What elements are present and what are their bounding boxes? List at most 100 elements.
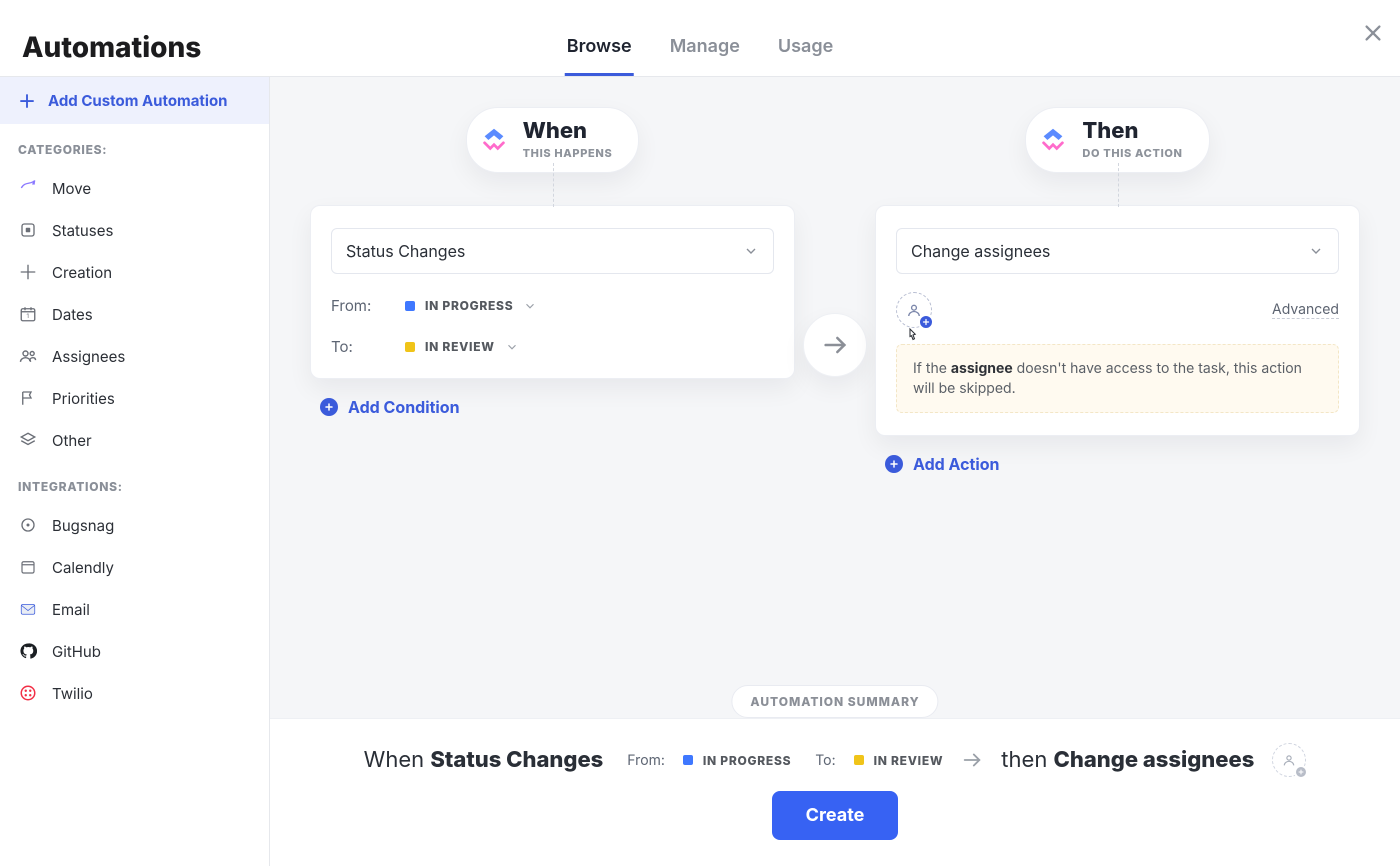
integrations-list: Bugsnag Calendly Email	[0, 504, 269, 714]
header: Automations Browse Manage Usage	[0, 0, 1400, 77]
sidebar-item-priorities[interactable]: Priorities	[0, 377, 269, 419]
sidebar-item-email[interactable]: Email	[0, 588, 269, 630]
status-color-icon	[683, 755, 693, 765]
sidebar-item-assignees[interactable]: Assignees	[0, 335, 269, 377]
sidebar-item-label: Move	[52, 179, 91, 198]
chevron-down-icon	[523, 299, 537, 313]
sidebar: Add Custom Automation CATEGORIES: Move S…	[0, 77, 270, 866]
flag-icon	[18, 388, 38, 408]
summary-assignee-icon[interactable]	[1272, 743, 1306, 777]
sidebar-item-label: Email	[52, 600, 90, 619]
summary-when: When Status Changes	[364, 747, 604, 773]
tab-browse[interactable]: Browse	[565, 24, 634, 76]
assignee-zone: Advanced	[896, 292, 1339, 328]
tabs: Browse Manage Usage	[565, 24, 836, 76]
integrations-heading: INTEGRATIONS:	[0, 461, 269, 504]
sidebar-item-label: GitHub	[52, 642, 101, 661]
sidebar-item-label: Bugsnag	[52, 516, 114, 535]
to-status-text: IN REVIEW	[425, 339, 495, 354]
flow-arrow-icon	[803, 313, 867, 377]
share-arrow-icon	[18, 178, 38, 198]
main: When THIS HAPPENS Status Changes	[270, 77, 1400, 866]
sidebar-item-dates[interactable]: 1 Dates	[0, 293, 269, 335]
app-root: Automations Browse Manage Usage Add Cust…	[0, 0, 1400, 866]
add-custom-automation[interactable]: Add Custom Automation	[0, 77, 269, 124]
add-action-button[interactable]: Add Action	[885, 454, 1000, 474]
clickup-logo-icon	[1038, 125, 1068, 155]
chevron-down-icon	[1308, 243, 1324, 259]
when-column: When THIS HAPPENS Status Changes	[310, 107, 795, 417]
bugsnag-icon	[18, 515, 38, 535]
summary-to-status: IN REVIEW	[874, 753, 944, 768]
chevron-down-icon	[505, 340, 519, 354]
sidebar-item-label: Calendly	[52, 558, 114, 577]
categories-heading: CATEGORIES:	[0, 124, 269, 167]
categories-list: Move Statuses Creation 1	[0, 167, 269, 461]
sidebar-item-label: Other	[52, 431, 92, 450]
note-pre: If the	[913, 360, 951, 377]
summary-from-chip: IN PROGRESS	[683, 753, 791, 768]
summary-bar: When Status Changes From: IN PROGRESS To…	[270, 718, 1400, 791]
connector-line	[1118, 163, 1119, 207]
status-color-icon	[405, 301, 415, 311]
sidebar-item-other[interactable]: Other	[0, 419, 269, 461]
tab-usage[interactable]: Usage	[776, 24, 835, 76]
cta-row: Create	[270, 791, 1400, 866]
connector-line	[553, 163, 554, 207]
summary-to-chip: IN REVIEW	[854, 753, 944, 768]
plus-cross-icon	[18, 262, 38, 282]
add-condition-button[interactable]: Add Condition	[320, 397, 460, 417]
square-dot-icon	[18, 220, 38, 240]
sidebar-item-label: Statuses	[52, 221, 113, 240]
calendar-icon: 1	[18, 304, 38, 324]
sidebar-item-twilio[interactable]: Twilio	[0, 672, 269, 714]
action-select[interactable]: Change assignees	[896, 228, 1339, 274]
tab-manage[interactable]: Manage	[668, 24, 742, 76]
add-condition-label: Add Condition	[348, 397, 460, 417]
sidebar-item-bugsnag[interactable]: Bugsnag	[0, 504, 269, 546]
sidebar-item-label: Dates	[52, 305, 93, 324]
plus-badge-icon	[1294, 765, 1308, 779]
page-title: Automations	[22, 30, 201, 64]
plus-circle-icon	[320, 398, 338, 416]
github-icon	[18, 641, 38, 661]
close-icon[interactable]	[1362, 22, 1384, 44]
summary-pill: AUTOMATION SUMMARY	[731, 685, 938, 718]
sidebar-item-creation[interactable]: Creation	[0, 251, 269, 293]
sidebar-item-statuses[interactable]: Statuses	[0, 209, 269, 251]
summary-then-word: then	[1001, 747, 1053, 773]
add-assignee-button[interactable]	[896, 292, 932, 328]
status-color-icon	[854, 755, 864, 765]
summary-then: then Change assignees	[1001, 747, 1254, 773]
advanced-link[interactable]: Advanced	[1272, 301, 1339, 319]
email-icon	[18, 599, 38, 619]
arrow-right-icon	[961, 749, 983, 771]
cursor-pointer-icon	[904, 326, 922, 344]
create-button[interactable]: Create	[772, 791, 899, 840]
summary-from-label: From:	[627, 752, 665, 769]
action-select-value: Change assignees	[911, 241, 1050, 261]
assignee-note: If the assignee doesn't have access to t…	[896, 344, 1339, 413]
summary-when-word: When	[364, 747, 431, 773]
svg-text:1: 1	[27, 313, 29, 320]
trigger-select-value: Status Changes	[346, 241, 465, 261]
clickup-logo-icon	[479, 125, 509, 155]
when-title: When	[523, 120, 613, 142]
when-subtitle: THIS HAPPENS	[523, 146, 613, 160]
sidebar-item-calendly[interactable]: Calendly	[0, 546, 269, 588]
summary-then-strong: Change assignees	[1054, 747, 1255, 773]
people-icon	[18, 346, 38, 366]
twilio-icon	[18, 683, 38, 703]
from-status-chip[interactable]: IN PROGRESS	[405, 298, 537, 313]
trigger-select[interactable]: Status Changes	[331, 228, 774, 274]
status-color-icon	[405, 342, 415, 352]
sidebar-item-github[interactable]: GitHub	[0, 630, 269, 672]
sidebar-item-label: Twilio	[52, 684, 93, 703]
from-row: From: IN PROGRESS	[331, 296, 774, 315]
to-status-chip[interactable]: IN REVIEW	[405, 339, 519, 354]
builder-canvas: When THIS HAPPENS Status Changes	[270, 77, 1400, 484]
then-card: Change assignees	[875, 205, 1360, 436]
sidebar-item-move[interactable]: Move	[0, 167, 269, 209]
to-row: To: IN REVIEW	[331, 337, 774, 356]
when-card: Status Changes From: IN PROGRESS	[310, 205, 795, 379]
